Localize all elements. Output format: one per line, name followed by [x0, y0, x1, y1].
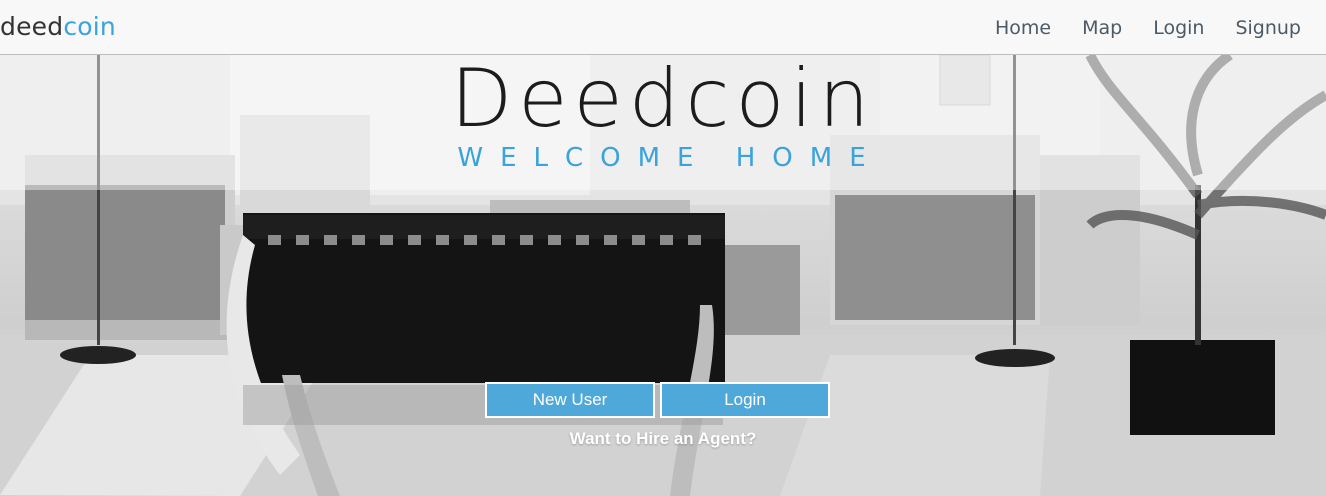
nav-links: Home Map Login Signup	[964, 0, 1301, 55]
nav-link-map[interactable]: Map	[1082, 17, 1122, 39]
nav-link-signup[interactable]: Signup	[1235, 17, 1301, 39]
hire-agent-link[interactable]: Want to Hire an Agent?	[0, 429, 1326, 449]
hero-title: Deedcoin	[450, 55, 876, 145]
top-navbar: deedcoin Home Map Login Signup	[0, 0, 1326, 55]
login-button[interactable]: Login	[660, 382, 830, 418]
hero-section: Deedcoin WELCOME HOME New User Login Wan…	[0, 55, 1326, 496]
new-user-button[interactable]: New User	[485, 382, 655, 418]
nav-link-home[interactable]: Home	[995, 17, 1051, 39]
brand-logo-part2: coin	[63, 12, 116, 41]
nav-link-login[interactable]: Login	[1153, 17, 1204, 39]
brand-logo-part1: deed	[0, 12, 64, 41]
brand-logo[interactable]: deedcoin	[0, 12, 116, 42]
hero-subtitle: WELCOME HOME	[457, 143, 883, 173]
